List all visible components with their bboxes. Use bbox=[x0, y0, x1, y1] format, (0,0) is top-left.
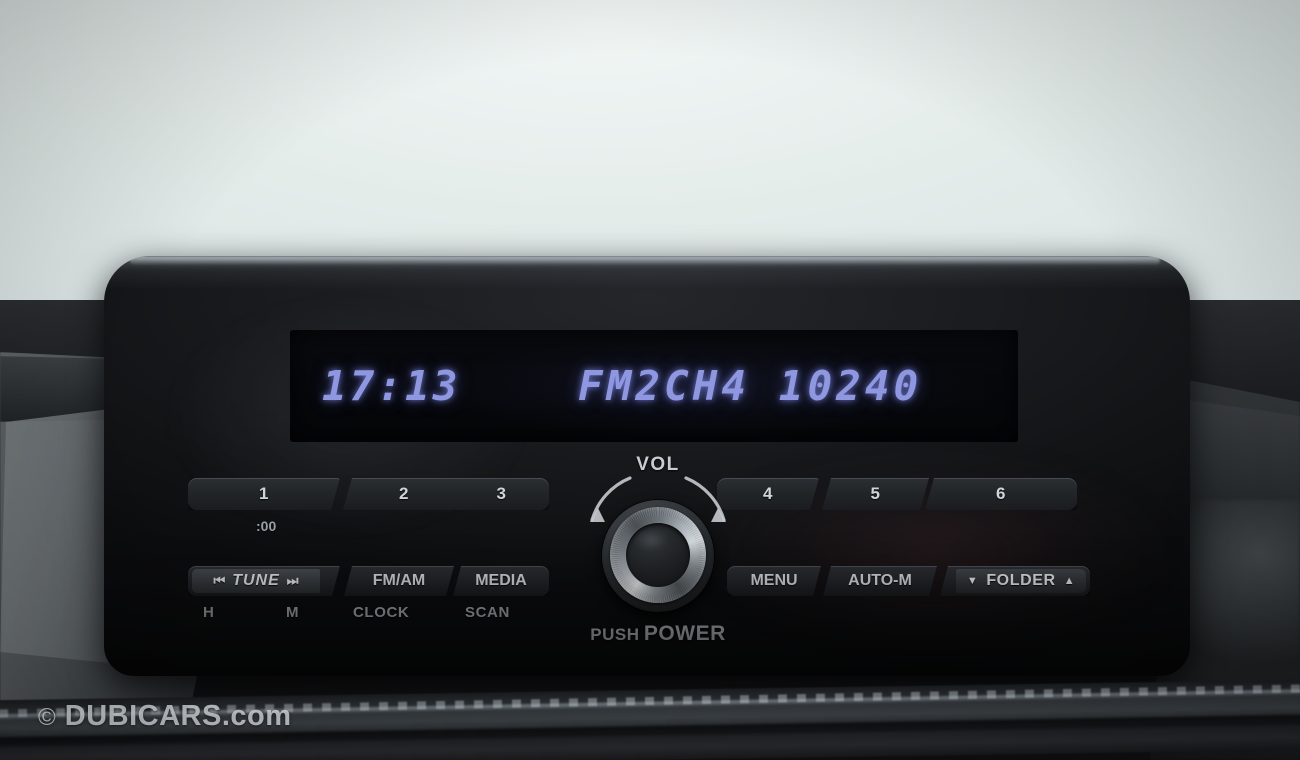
lcd-station-text: FM2CH4 10240 bbox=[578, 362, 923, 410]
preset-3-label: 3 bbox=[496, 484, 507, 503]
watermark-text: DUBICARS bbox=[64, 700, 222, 732]
head-unit-bezel: 17:13 FM2CH4 10240 1 2 3 :00 4 5 bbox=[104, 256, 1190, 676]
bezel-bottom-shadow bbox=[104, 526, 1190, 676]
preset-button-5[interactable]: 5 bbox=[822, 478, 929, 510]
preset-button-6[interactable]: 6 bbox=[925, 478, 1077, 510]
watermark-copyright-icon: © bbox=[38, 704, 57, 731]
watermark: © DUBICARS.com bbox=[38, 700, 292, 733]
preset-button-3[interactable]: 3 bbox=[454, 478, 549, 510]
preset-4-label: 4 bbox=[763, 484, 773, 503]
screenshot-root: 17:13 FM2CH4 10240 1 2 3 :00 4 5 bbox=[0, 0, 1300, 760]
preset-6-label: 6 bbox=[996, 484, 1006, 503]
watermark-suffix: .com bbox=[221, 700, 292, 732]
bezel-top-edge-light bbox=[130, 256, 1160, 265]
preset-5-label: 5 bbox=[870, 484, 881, 503]
preset-1-label: 1 bbox=[259, 484, 269, 503]
preset-button-1[interactable]: 1 bbox=[188, 478, 340, 510]
lcd-display: 17:13 FM2CH4 10240 bbox=[290, 330, 1018, 442]
preset-2-label: 2 bbox=[399, 484, 409, 503]
preset-button-2[interactable]: 2 bbox=[343, 478, 465, 510]
lcd-clock-text: 17:13 bbox=[322, 362, 461, 410]
